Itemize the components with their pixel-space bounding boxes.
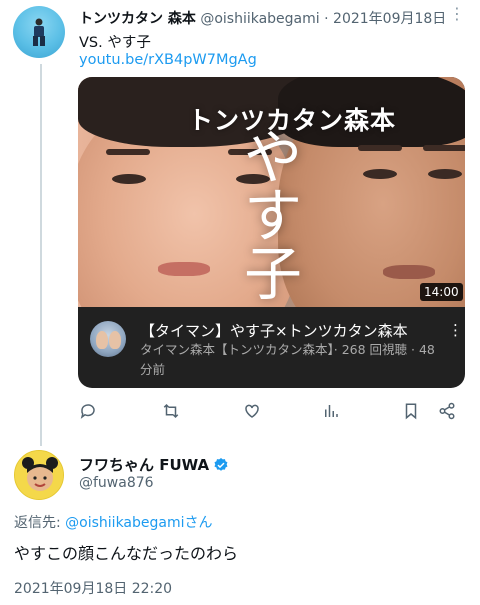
lip-shape	[158, 262, 210, 276]
avatar[interactable]	[13, 6, 65, 58]
tweet-date[interactable]: 2021年09月18日	[333, 11, 446, 27]
views-icon[interactable]	[320, 400, 342, 422]
person-figure-icon	[33, 18, 45, 46]
video-menu-icon[interactable]: ⋮	[448, 321, 463, 339]
channel-avatar-face	[109, 331, 121, 349]
reply-icon[interactable]	[77, 400, 99, 422]
brow-shape	[106, 149, 150, 155]
video-meta: タイマン森本【トンツカタン森本】· 268 回視聴 · 48 分前	[140, 342, 435, 377]
display-name[interactable]: トンツカタン 森本	[79, 11, 196, 27]
avatar[interactable]	[14, 450, 64, 500]
eye-shape	[112, 174, 146, 184]
video-duration: 14:00	[420, 283, 463, 301]
bookmark-icon[interactable]	[400, 400, 422, 422]
separator: ·	[324, 11, 329, 27]
tweet-header: トンツカタン 森本 @oishiikabegami · 2021年09月18日	[79, 8, 446, 28]
tweet-timestamp[interactable]: 2021年09月18日 22:20	[14, 578, 172, 598]
tweet-text: やすこの顔こんなだったのわら	[14, 544, 239, 563]
lip-shape	[383, 265, 435, 279]
like-icon[interactable]	[241, 400, 263, 422]
tweet-link[interactable]: youtu.be/rXB4pW7MgAg	[79, 52, 257, 68]
eye-shape	[428, 169, 462, 179]
video-thumbnail[interactable]: トンツカタン森本 やす子 14:00	[78, 77, 465, 307]
youtube-card[interactable]: トンツカタン森本 やす子 14:00 【タイマン】やす子×トンツカタン森本 ⋮ …	[78, 77, 465, 388]
video-title[interactable]: 【タイマン】やす子×トンツカタン森本	[140, 320, 408, 341]
brow-shape	[423, 145, 465, 151]
thread-line	[40, 64, 42, 446]
display-name[interactable]: フワちゃん FUWA	[79, 454, 209, 475]
thumbnail-big-text: やす子	[243, 124, 302, 307]
retweet-icon[interactable]	[160, 400, 182, 422]
reply-to-line: 返信先: @oishiikabegamiさん	[14, 512, 213, 532]
verified-badge-icon	[214, 457, 228, 471]
user-handle[interactable]: @oishiikabegami	[200, 11, 319, 27]
tweet-text: VS. やす子	[79, 35, 151, 51]
fuwa-avatar-icon	[15, 451, 63, 499]
brow-shape	[358, 145, 402, 151]
reply-prefix: 返信先:	[14, 515, 61, 531]
tweet2-header: フワちゃん FUWA	[79, 454, 229, 475]
channel-avatar-face	[96, 331, 108, 349]
channel-avatar[interactable]	[90, 321, 126, 357]
ellipsis-icon[interactable]: ⋮	[449, 6, 465, 22]
eye-shape	[363, 169, 397, 179]
share-icon[interactable]	[436, 400, 458, 422]
user-handle[interactable]: @fuwa876	[79, 475, 154, 491]
reply-handle-link[interactable]: @oishiikabegamiさん	[65, 515, 212, 531]
